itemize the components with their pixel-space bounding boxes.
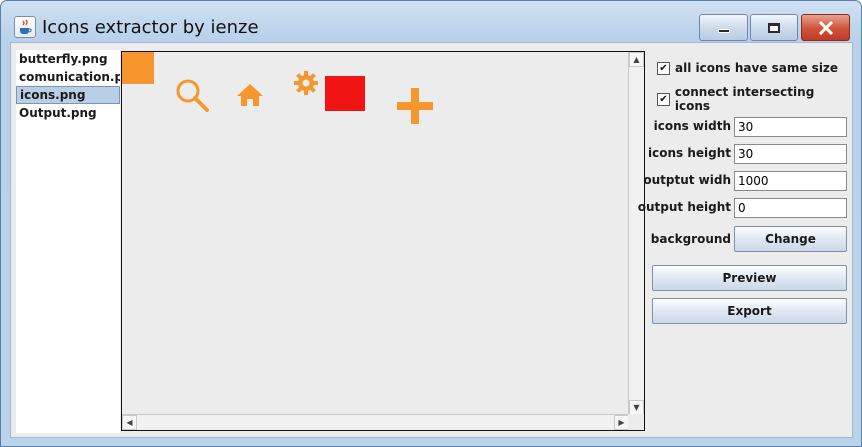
- list-item[interactable]: butterfly.png: [16, 50, 120, 68]
- gear-icon: [294, 71, 318, 95]
- plus-icon: [397, 88, 433, 124]
- icons-height-field[interactable]: [734, 144, 847, 164]
- list-item-selected[interactable]: icons.png: [16, 86, 120, 104]
- output-width-label: outptut widh: [643, 173, 731, 187]
- window-title: Icons extractor by ienze: [42, 17, 259, 38]
- maximize-icon: [768, 22, 780, 33]
- scroll-right-icon[interactable]: ▶: [614, 415, 629, 430]
- icons-width-row: icons width: [651, 117, 851, 137]
- icon-preview-canvas: [122, 52, 629, 415]
- icons-height-row: icons height: [648, 144, 851, 164]
- vertical-scrollbar[interactable]: ▲ ▼: [628, 52, 644, 415]
- close-button[interactable]: [801, 14, 850, 41]
- icons-width-label: icons width: [653, 119, 731, 133]
- connect-label: connect intersecting icons: [674, 85, 815, 113]
- list-item[interactable]: Output.png: [16, 104, 120, 122]
- red-rectangle-icon: [325, 76, 365, 111]
- same-size-label: all icons have same size: [675, 61, 839, 75]
- scroll-up-icon[interactable]: ▲: [629, 52, 644, 67]
- list-item[interactable]: comunication.png: [16, 68, 120, 86]
- horizontal-scrollbar[interactable]: ◀ ▶: [122, 414, 629, 430]
- title-bar: Icons extractor by ienze: [1, 1, 861, 41]
- file-list[interactable]: butterfly.png comunication.png icons.png…: [16, 50, 120, 433]
- change-background-button[interactable]: Change: [734, 226, 847, 252]
- scroll-corner: [628, 414, 644, 430]
- icons-height-label: icons height: [648, 146, 731, 160]
- close-icon: [818, 20, 833, 35]
- preview-button[interactable]: Preview: [652, 265, 847, 291]
- home-icon: [237, 84, 263, 106]
- same-size-checkbox-row[interactable]: ✔ all icons have same size: [657, 60, 838, 76]
- orange-square-icon: [122, 52, 154, 84]
- icons-width-field[interactable]: [734, 117, 847, 137]
- output-height-field[interactable]: [734, 198, 847, 218]
- output-width-row: outptut widh: [643, 171, 851, 191]
- icon-preview-panel[interactable]: ▲ ▼ ◀ ▶: [121, 51, 645, 431]
- same-size-checkbox[interactable]: ✔: [657, 61, 670, 75]
- connect-checkbox-row[interactable]: ✔ connect intersecting icons: [657, 85, 851, 113]
- export-button[interactable]: Export: [652, 298, 847, 324]
- java-cup-icon: [14, 16, 36, 38]
- output-width-field[interactable]: [734, 171, 847, 191]
- output-height-label: output height: [637, 200, 731, 214]
- scroll-left-icon[interactable]: ◀: [122, 415, 137, 430]
- connect-checkbox[interactable]: ✔: [657, 92, 670, 106]
- scroll-down-icon[interactable]: ▼: [629, 400, 644, 415]
- app-window: Icons extractor by ienze butterfly.png c…: [0, 0, 862, 447]
- maximize-button[interactable]: [750, 14, 798, 41]
- background-row: background Change: [651, 226, 851, 252]
- minimize-icon: [717, 28, 730, 33]
- options-panel: ✔ all icons have same size ✔ connect int…: [638, 43, 851, 433]
- client-area: butterfly.png comunication.png icons.png…: [10, 42, 853, 438]
- minimize-button[interactable]: [699, 14, 748, 41]
- output-height-row: output height: [638, 198, 851, 218]
- background-label: background: [650, 232, 731, 246]
- search-icon: [176, 79, 209, 112]
